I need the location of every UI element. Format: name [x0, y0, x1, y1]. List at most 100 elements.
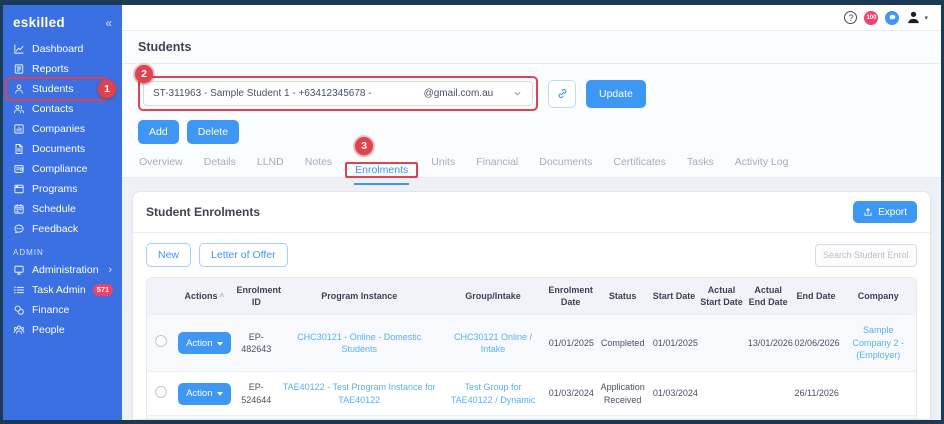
content-area: Students 2 ST-311963 - Sample Student 1 … — [122, 31, 941, 420]
main-area: ? 100 ▾ Students 2 ST-311963 - Sample St… — [122, 5, 941, 420]
sidebar-collapse-icon[interactable]: « — [105, 16, 112, 30]
tab-certificates[interactable]: Certificates — [612, 153, 667, 177]
sidebar-item-feedback[interactable]: Feedback — [3, 219, 122, 239]
sidebar-item-people[interactable]: People — [3, 320, 122, 340]
tab-units[interactable]: Units — [430, 153, 456, 177]
tab-llnd[interactable]: LLND — [256, 153, 285, 177]
cell-enrolment-id: EP-524644 — [234, 372, 278, 416]
sidebar-item-programs[interactable]: Programs — [3, 179, 122, 199]
help-icon[interactable]: ? — [844, 11, 857, 24]
tab-tasks[interactable]: Tasks — [686, 153, 715, 177]
sidebar-item-finance[interactable]: Finance — [3, 300, 122, 320]
sidebar-item-label: Compliance — [32, 163, 87, 175]
sidebar-item-dashboard[interactable]: Dashboard — [3, 39, 122, 59]
contacts-icon — [13, 103, 25, 115]
caret-down-icon — [217, 341, 223, 346]
dashboard-icon — [13, 43, 25, 55]
sidebar-item-label: People — [32, 324, 65, 336]
export-icon — [863, 207, 873, 217]
topbar: ? 100 ▾ — [122, 5, 941, 31]
chat-icon[interactable] — [885, 11, 899, 25]
annotation-step-1: 1 — [98, 80, 116, 98]
sidebar: eskilled « Dashboard Reports Students 1 … — [3, 5, 122, 420]
cell-enrolment-id: EP-482643 — [234, 315, 278, 372]
enrolments-table-wrap: Actions^ Enrolment ID Program Instance G… — [146, 277, 917, 419]
student-selector-row: 2 ST-311963 - Sample Student 1 - +634123… — [138, 76, 925, 111]
program-instance-link[interactable]: CHC30121 - Online - Domestic Students — [297, 332, 421, 355]
sidebar-item-documents[interactable]: Documents — [3, 139, 122, 159]
sidebar-item-compliance[interactable]: Compliance — [3, 159, 122, 179]
header-actions[interactable]: Actions^ — [174, 278, 234, 315]
sidebar-item-administration[interactable]: Administration › — [3, 260, 122, 280]
copy-link-button[interactable] — [548, 80, 576, 108]
sidebar-item-students[interactable]: Students 1 — [3, 79, 122, 99]
header-end-date: End Date — [792, 278, 841, 315]
administration-icon — [13, 264, 25, 276]
task-admin-count-badge: 571 — [93, 284, 114, 296]
table-row: Action EP-678609 AHC20122 - AHC20122 Cer… — [147, 416, 916, 419]
tab-financial[interactable]: Financial — [475, 153, 519, 177]
new-button[interactable]: New — [146, 243, 191, 267]
chat-glyph — [888, 13, 897, 22]
app-window: eskilled « Dashboard Reports Students 1 … — [0, 0, 944, 424]
tab-overview[interactable]: Overview — [138, 153, 184, 177]
letter-of-offer-button[interactable]: Letter of Offer — [199, 243, 288, 267]
row-action-button[interactable]: Action — [178, 383, 230, 405]
spacer — [122, 178, 941, 191]
cell-status: Completed — [596, 315, 650, 372]
export-button[interactable]: Export — [853, 201, 917, 223]
sidebar-item-label: Feedback — [32, 223, 78, 235]
students-icon — [13, 83, 25, 95]
sidebar-item-contacts[interactable]: Contacts — [3, 99, 122, 119]
tab-documents[interactable]: Documents — [538, 153, 593, 177]
update-button[interactable]: Update — [586, 80, 646, 108]
cell-actual-start-date — [698, 315, 745, 372]
tab-enrolments[interactable]: Enrolments — [354, 161, 409, 185]
add-delete-row: Add Delete — [138, 120, 925, 144]
sidebar-item-label: Dashboard — [32, 43, 83, 55]
company-link[interactable]: Sample Company 2 - (Employer) — [853, 325, 905, 360]
reports-icon — [13, 63, 25, 75]
tab-activity-log[interactable]: Activity Log — [734, 153, 790, 177]
tab-notes[interactable]: Notes — [304, 153, 333, 177]
feedback-icon — [13, 223, 25, 235]
sidebar-item-label: Companies — [32, 123, 85, 135]
cell-enrolment-date: 07/08/2025 — [546, 416, 596, 419]
row-action-button[interactable]: Action — [178, 332, 230, 354]
program-instance-link[interactable]: TAE40122 - Test Program Instance for TAE… — [283, 382, 436, 405]
delete-button[interactable]: Delete — [187, 120, 239, 144]
sidebar-item-label: Documents — [32, 143, 85, 155]
notification-badge-red[interactable]: 100 — [864, 11, 878, 25]
people-icon — [13, 324, 25, 336]
table-row: Action EP-524644 TAE40122 - Test Program… — [147, 372, 916, 416]
search-input[interactable] — [815, 244, 917, 267]
sidebar-item-reports[interactable]: Reports — [3, 59, 122, 79]
user-menu[interactable]: ▾ — [906, 10, 928, 25]
header-start-date: Start Date — [650, 278, 698, 315]
chevron-right-icon: › — [108, 265, 112, 276]
page-title: Students — [122, 31, 941, 64]
header-checkbox — [147, 278, 174, 315]
annotation-step-3: 3 — [355, 137, 373, 155]
sidebar-item-schedule[interactable]: Schedule — [3, 199, 122, 219]
cell-actual-end-date — [745, 416, 792, 419]
programs-icon — [13, 183, 25, 195]
card-header: Student Enrolments Export — [133, 192, 930, 233]
card-title: Student Enrolments — [146, 205, 260, 219]
student-select[interactable]: ST-311963 - Sample Student 1 - +63412345… — [143, 81, 533, 106]
group-intake-link[interactable]: Test Group for TAE40122 / Dynamic — [451, 382, 535, 405]
header-program-instance: Program Instance — [278, 278, 440, 315]
cell-actual-end-date: 13/01/2026 — [745, 315, 792, 372]
caret-down-icon — [217, 391, 223, 396]
group-intake-link[interactable]: CHC30121 Online / Intake — [454, 332, 532, 355]
cell-start-date: 01/01/2025 — [650, 315, 698, 372]
sidebar-item-companies[interactable]: Companies — [3, 119, 122, 139]
sidebar-section-admin: ADMIN — [3, 239, 122, 260]
sidebar-item-task-admin[interactable]: Task Admin 571 — [3, 280, 122, 300]
row-checkbox[interactable] — [155, 386, 167, 398]
header-status: Status — [596, 278, 650, 315]
tab-details[interactable]: Details — [203, 153, 237, 177]
sidebar-item-label: Finance — [32, 304, 69, 316]
add-button[interactable]: Add — [138, 120, 179, 144]
row-checkbox[interactable] — [155, 335, 167, 347]
